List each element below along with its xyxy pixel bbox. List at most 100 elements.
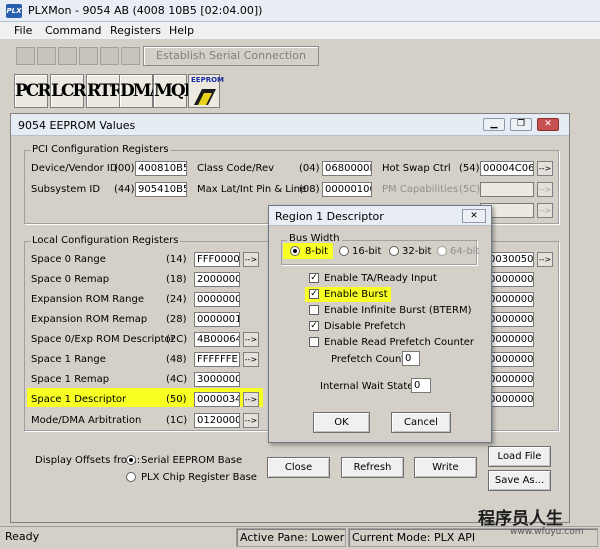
- space0-remap-label: Space 0 Remap: [31, 274, 110, 285]
- local-right-field-4[interactable]: 00000000: [486, 312, 534, 327]
- expansion-rom-range-field[interactable]: 00000000: [194, 292, 240, 307]
- plx-chip-register-base-label: PLX Chip Register Base: [141, 472, 257, 483]
- pointer-icon[interactable]: [79, 47, 98, 65]
- space0-range-field[interactable]: FFF00000: [194, 252, 240, 267]
- minimize-button[interactable]: ▁: [483, 118, 505, 131]
- mode-dma-arbitration-label: Mode/DMA Arbitration: [31, 415, 142, 426]
- enable-infinite-burst-checkbox[interactable]: [309, 305, 319, 315]
- local-right-field-3[interactable]: 00000000: [486, 292, 534, 307]
- local-right-field-6[interactable]: 00000000: [486, 352, 534, 367]
- eeprom-button[interactable]: EEPROM: [188, 74, 224, 108]
- bus-width-32bit-label: 32-bit: [402, 246, 432, 257]
- edit-icon[interactable]: [100, 47, 119, 65]
- menu-file[interactable]: File: [14, 24, 32, 37]
- bus-width-16bit-radio[interactable]: [339, 246, 349, 256]
- pm-capabilities-offset: (5C): [459, 184, 481, 195]
- mode-dma-arbitration-arrow-button[interactable]: -->: [243, 413, 259, 428]
- local-right-field-5[interactable]: 00000000: [486, 332, 534, 347]
- pm-capabilities-arrow-button: -->: [537, 182, 553, 197]
- close-button[interactable]: Close: [267, 457, 330, 478]
- rtr-button[interactable]: RTR: [86, 74, 124, 108]
- pcr-button[interactable]: PCR: [14, 74, 51, 108]
- space1-range-label: Space 1 Range: [31, 354, 106, 365]
- ok-button[interactable]: OK: [313, 412, 370, 433]
- local-right-field-7[interactable]: 00000000: [486, 372, 534, 387]
- expansion-rom-remap-offset: (28): [166, 314, 187, 325]
- space1-remap-label: Space 1 Remap: [31, 374, 110, 385]
- plx-chip-register-base-radio[interactable]: [126, 472, 136, 482]
- internal-wait-states-input[interactable]: 0: [411, 378, 431, 393]
- plx-app-icon: PLX: [6, 4, 22, 18]
- internal-wait-states-label: Internal Wait States: [320, 381, 419, 392]
- hot-swap-ctrl-label: Hot Swap Ctrl: [382, 163, 451, 174]
- hot-swap-ctrl-field[interactable]: 00004C06: [480, 161, 534, 176]
- prefetch-count-input[interactable]: 0: [402, 351, 420, 366]
- enable-burst-label: Enable Burst: [324, 289, 388, 300]
- curve-icon[interactable]: [121, 47, 140, 65]
- space0-exp-rom-descriptor-label: Space 0/Exp ROM Descriptor: [31, 334, 175, 345]
- subsystem-id-field[interactable]: 905410B5: [135, 182, 187, 197]
- hot-swap-ctrl-arrow-button[interactable]: -->: [537, 161, 553, 176]
- expansion-rom-range-offset: (24): [166, 294, 187, 305]
- menu-help[interactable]: Help: [169, 24, 194, 37]
- bus-width-32bit-radio[interactable]: [389, 246, 399, 256]
- bus-width-64bit-label: 64-bit: [450, 246, 480, 257]
- computer-icon[interactable]: [16, 47, 35, 65]
- expansion-rom-range-label: Expansion ROM Range: [31, 294, 144, 305]
- enable-burst-checkbox[interactable]: ✓: [309, 289, 319, 299]
- local-right-field-2[interactable]: 00000000: [486, 272, 534, 287]
- refresh-button[interactable]: Refresh: [341, 457, 404, 478]
- monitor-icon[interactable]: [37, 47, 56, 65]
- hot-swap-ctrl-offset: (54): [459, 163, 480, 174]
- load-file-button[interactable]: Load File: [488, 446, 551, 467]
- bus-width-8bit-radio[interactable]: [290, 246, 300, 256]
- space1-remap-offset: (4C): [166, 374, 188, 385]
- close-window-button[interactable]: ✕: [537, 118, 559, 131]
- mode-dma-arbitration-field[interactable]: 01200000: [194, 413, 240, 428]
- space1-range-field[interactable]: FFFFFFE1: [194, 352, 240, 367]
- pm-capabilities-field: [480, 182, 534, 197]
- local-right-field-1[interactable]: 00300500: [486, 252, 534, 267]
- mqr-button[interactable]: MQR: [153, 74, 198, 108]
- max-lat-int-pin-field[interactable]: 00000100: [322, 182, 372, 197]
- disable-prefetch-checkbox[interactable]: ✓: [309, 321, 319, 331]
- space1-descriptor-field[interactable]: 00000340: [194, 392, 240, 407]
- maximize-button[interactable]: ❐: [510, 118, 532, 131]
- space0-exp-rom-descriptor-arrow-button[interactable]: -->: [243, 332, 259, 347]
- dma-button[interactable]: DMA: [119, 74, 163, 108]
- max-lat-int-pin-offset: (08): [299, 184, 320, 195]
- space1-remap-field[interactable]: 30000001: [194, 372, 240, 387]
- disable-prefetch-label: Disable Prefetch: [324, 321, 406, 332]
- expansion-rom-remap-field[interactable]: 00000010: [194, 312, 240, 327]
- space0-range-label: Space 0 Range: [31, 254, 106, 265]
- space0-remap-field[interactable]: 20000001: [194, 272, 240, 287]
- class-code-rev-label: Class Code/Rev: [197, 163, 275, 174]
- status-active-pane: Active Pane: Lower: [236, 528, 346, 547]
- lcr-button[interactable]: LCR: [50, 74, 87, 108]
- site-watermark: 程序员人生: [478, 509, 563, 529]
- device-vendor-id-field[interactable]: 400810B5: [135, 161, 187, 176]
- enable-ta-ready-checkbox[interactable]: ✓: [309, 273, 319, 283]
- enable-read-prefetch-counter-checkbox[interactable]: [309, 337, 319, 347]
- subsystem-id-label: Subsystem ID: [31, 184, 101, 195]
- write-button[interactable]: Write: [414, 457, 477, 478]
- save-as-button[interactable]: Save As...: [488, 470, 551, 491]
- space0-exp-rom-descriptor-offset: (2C): [166, 334, 188, 345]
- space0-exp-rom-descriptor-field[interactable]: 4B000641: [194, 332, 240, 347]
- pci-extra-arrow-button: -->: [537, 203, 553, 218]
- menu-command[interactable]: Command: [45, 24, 102, 37]
- local-right-field-8[interactable]: 00000000: [486, 392, 534, 407]
- space1-range-arrow-button[interactable]: -->: [243, 352, 259, 367]
- search-icon[interactable]: [58, 47, 77, 65]
- class-code-rev-field[interactable]: 0680000B: [322, 161, 372, 176]
- space0-range-arrow-button[interactable]: -->: [243, 252, 259, 267]
- establish-serial-connection-button[interactable]: Establish Serial Connection: [143, 46, 319, 66]
- eeprom-label: EEPROM: [191, 76, 225, 84]
- local-right-arrow-button-1[interactable]: -->: [537, 252, 553, 267]
- dialog-close-button[interactable]: ✕: [462, 209, 486, 223]
- space0-range-offset: (14): [166, 254, 187, 265]
- menu-registers[interactable]: Registers: [110, 24, 161, 37]
- space1-descriptor-arrow-button[interactable]: -->: [243, 392, 259, 407]
- serial-eeprom-base-radio[interactable]: [126, 455, 136, 465]
- cancel-button[interactable]: Cancel: [391, 412, 451, 433]
